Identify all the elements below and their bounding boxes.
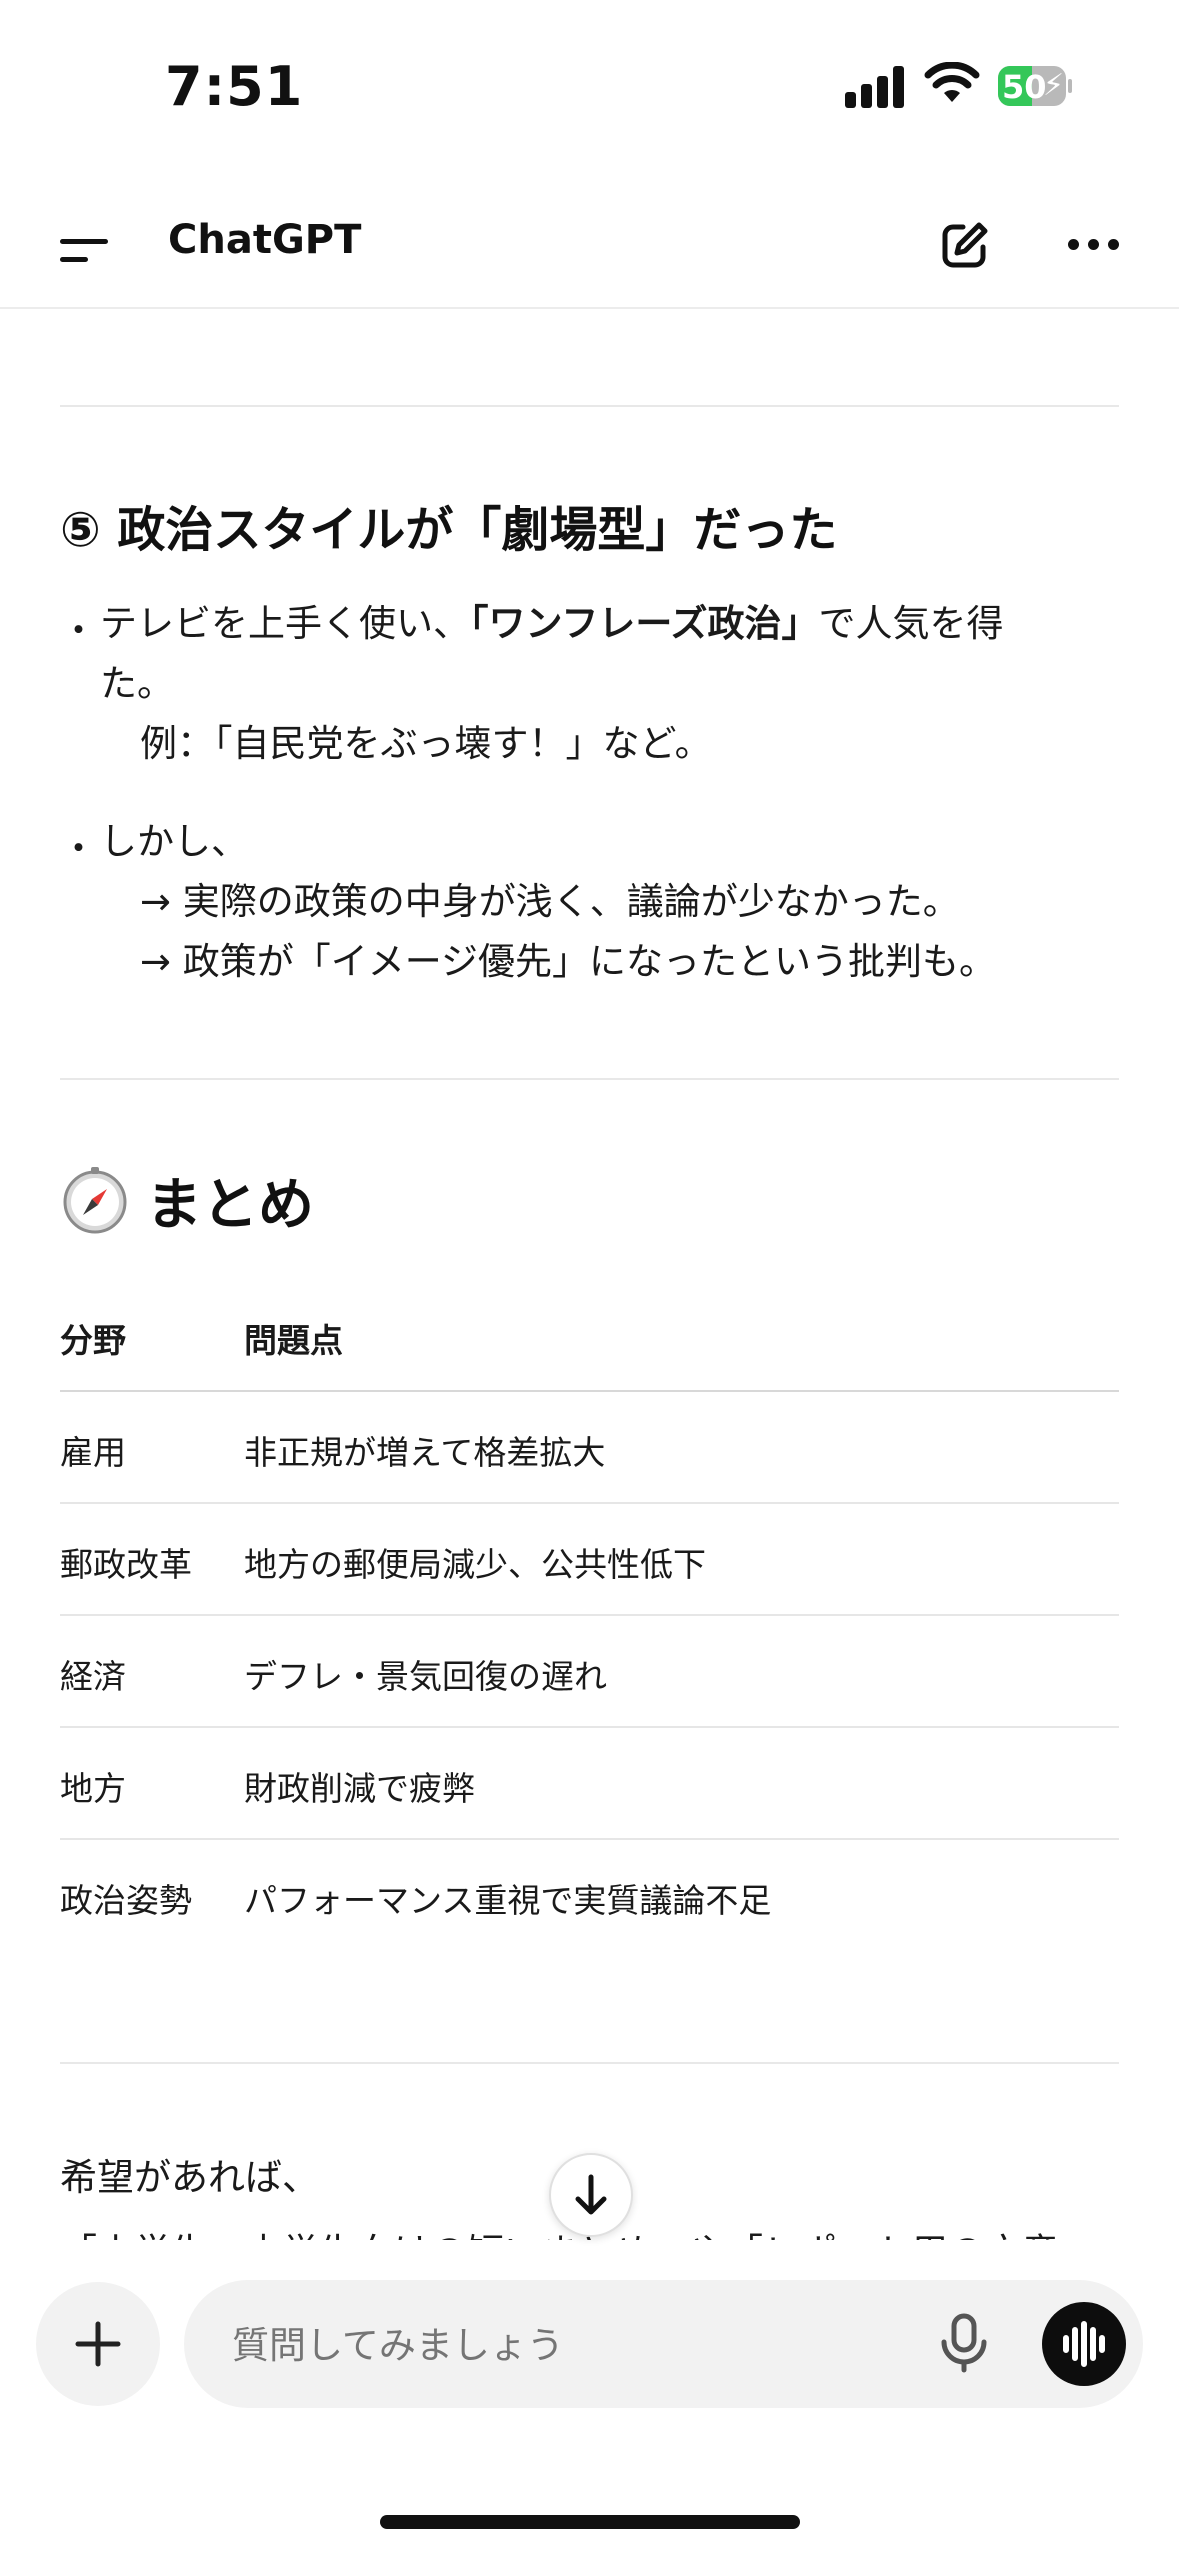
table-row: 郵政改革 地方の郵便局減少、公共性低下 — [60, 1504, 1119, 1616]
table-cell: 雇用 — [60, 1433, 126, 1472]
bullet-subline-1: → 実際の政策の中身が浅く、議論が少なかった。 — [140, 880, 960, 923]
bullet-text-1-cont: た。 — [100, 662, 174, 705]
bullet-text-1b: で人気を得 — [818, 602, 1004, 645]
compass-icon — [60, 1165, 130, 1235]
status-time: 7:51 — [165, 55, 304, 118]
table-cell: 郵政改革 — [60, 1545, 192, 1584]
table-header-cell: 分野 — [60, 1321, 126, 1360]
status-bar: 7:51 50 ⚡ — [0, 0, 1179, 175]
microphone-icon[interactable] — [934, 2310, 994, 2376]
wifi-icon — [924, 61, 980, 110]
table-cell: 財政削減で疲弊 — [244, 1769, 475, 1808]
attach-button[interactable] — [36, 2282, 160, 2406]
home-indicator — [380, 2515, 800, 2529]
battery-percentage: 50 — [1002, 68, 1047, 106]
table-row: 雇用 非正規が増えて格差拡大 — [60, 1392, 1119, 1504]
table-cell: パフォーマンス重視で実質議論不足 — [244, 1881, 772, 1920]
scroll-to-bottom-button[interactable] — [549, 2153, 633, 2237]
bullet-marker: ・ — [60, 827, 97, 870]
section-heading: ⑤ 政治スタイルが「劇場型」だった — [60, 502, 838, 558]
voice-waveform-icon — [1063, 2321, 1105, 2367]
table-cell: 非正規が増えて格差拡大 — [244, 1433, 606, 1472]
prompt-input[interactable] — [230, 2314, 834, 2376]
new-chat-icon[interactable] — [937, 217, 993, 273]
app-header: ChatGPT — [0, 195, 1179, 309]
bullet-text-1-bold: 「ワンフレーズ政治」 — [470, 602, 819, 645]
more-options-icon[interactable] — [1068, 239, 1120, 251]
plus-icon — [75, 2321, 121, 2367]
table-cell: 経済 — [60, 1657, 126, 1696]
bullet-subline-2: → 政策が「イメージ優先」になったという批判も。 — [140, 940, 997, 983]
prompt-box — [184, 2280, 1143, 2408]
divider — [60, 2062, 1119, 2064]
bullet-example: 例：「自民党をぶっ壊す！」など。 — [140, 722, 712, 765]
table-cell: デフレ・景気回復の遅れ — [244, 1657, 607, 1696]
sidebar-menu-icon[interactable] — [60, 225, 110, 275]
bullet-text-2: しかし、 — [100, 820, 248, 863]
arrow-down-icon — [575, 2174, 607, 2215]
table-cell: 政治姿勢 — [60, 1881, 192, 1920]
table-header-row: 分野 問題点 — [60, 1280, 1119, 1392]
table-header-cell: 問題点 — [244, 1321, 343, 1360]
voice-mode-button[interactable] — [1042, 2302, 1126, 2386]
bullet-marker: ・ — [60, 609, 97, 652]
table-row: 経済 デフレ・景気回復の遅れ — [60, 1616, 1119, 1728]
bullet-text-1: テレビを上手く使い、「ワンフレーズ政治」で人気を得 — [100, 594, 1004, 654]
app-title: ChatGPT — [168, 217, 362, 263]
cellular-signal-icon — [845, 66, 905, 108]
table-cell: 地方 — [60, 1769, 126, 1808]
summary-table: 分野 問題点 雇用 非正規が増えて格差拡大 郵政改革 地方の郵便局減少、公共性低… — [60, 1280, 1119, 1950]
divider — [60, 405, 1119, 407]
table-row: 政治姿勢 パフォーマンス重視で実質議論不足 — [60, 1840, 1119, 1950]
bullet-text-1a: テレビを上手く使い、 — [100, 602, 470, 645]
charging-bolt-icon: ⚡ — [1043, 68, 1065, 103]
table-row: 地方 財政削減で疲弊 — [60, 1728, 1119, 1840]
divider — [60, 1078, 1119, 1080]
table-cell: 地方の郵便局減少、公共性低下 — [244, 1545, 706, 1584]
summary-heading: まとめ — [146, 1173, 314, 1238]
battery-icon: 50 ⚡ — [998, 66, 1072, 106]
